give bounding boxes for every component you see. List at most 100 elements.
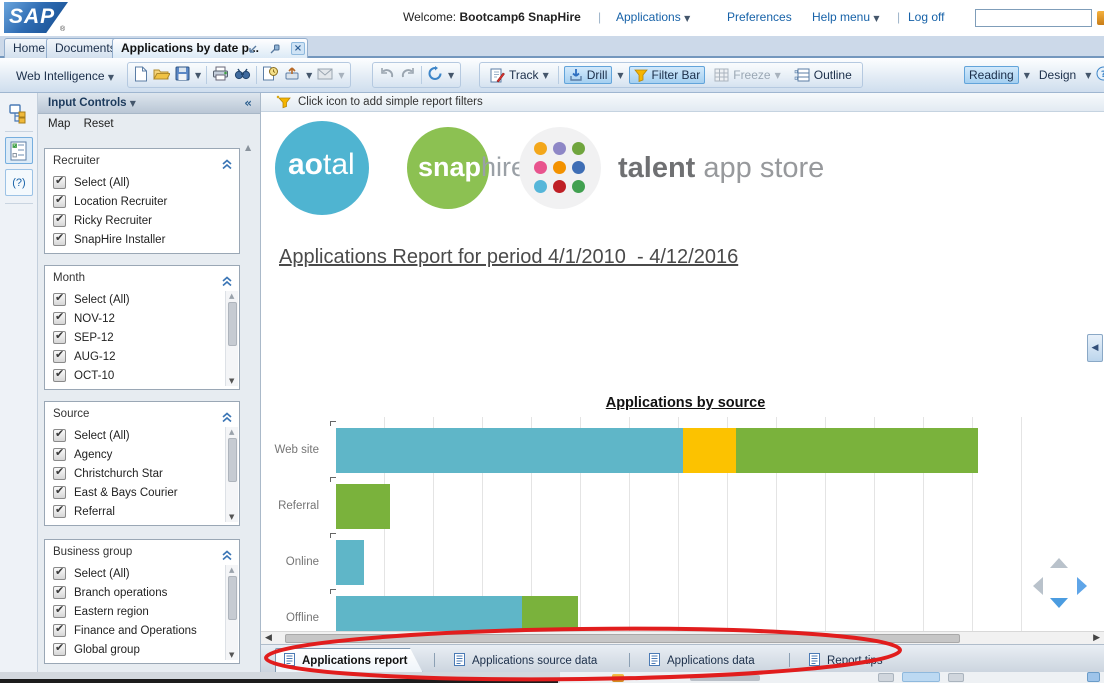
new-document-icon[interactable] [134,66,148,85]
log-off-button[interactable]: Log off [908,10,944,24]
scroll-up-icon[interactable]: ▲ [229,292,234,300]
scroll-up-icon[interactable]: ▲ [229,566,234,574]
reading-dropdown[interactable]: ▼ [1024,71,1030,80]
filter-icon[interactable] [276,95,291,109]
bar-segment-green-segment[interactable] [522,596,578,631]
track-button[interactable]: Track ▼ [486,67,553,84]
scrollbar-thumb[interactable] [285,634,960,643]
scroll-down-icon[interactable]: ▼ [229,377,234,385]
checkbox-item[interactable]: Ricky Recruiter [45,211,239,230]
drill-dropdown[interactable]: ▼ [617,71,623,80]
report-tab-report-tips[interactable]: Report tips [801,648,909,673]
design-dropdown[interactable]: ▼ [1085,71,1091,80]
pin-icon[interactable] [269,42,283,55]
bar-segment-yellow-segment[interactable] [683,428,736,473]
checkbox-checked[interactable] [53,584,66,599]
scrollbar-thumb[interactable] [228,302,237,346]
bar-segment-teal-segment[interactable] [336,428,683,473]
bar-segment-teal-segment[interactable] [336,540,364,585]
help-menu[interactable]: Help menu ▼ [812,10,880,24]
checkbox-checked[interactable] [53,565,66,580]
group-scrollbar[interactable]: ▲ ▼ [225,427,238,522]
search-input[interactable] [975,9,1092,27]
checkbox-checked[interactable] [53,484,66,499]
panel-menu-dropdown[interactable]: ▼ [130,99,136,108]
scroll-down-icon[interactable]: ▼ [229,513,234,521]
nav-left-icon[interactable] [1033,577,1043,595]
checkbox-checked[interactable] [53,310,66,325]
scroll-up-icon[interactable]: ▲ [229,428,234,436]
scrollbar-thumb[interactable] [228,438,237,482]
export-dropdown[interactable]: ▼ [306,71,312,80]
nav-up-icon[interactable] [1050,558,1068,568]
panel-scrollbar[interactable]: ▲ ▼ [243,143,256,658]
scroll-left-icon[interactable]: ◀ [265,633,272,643]
outline-button[interactable]: Outline [790,67,856,83]
reset-button[interactable]: Reset [84,118,114,130]
document-structure-icon[interactable] [5,100,33,127]
checkbox-checked[interactable] [53,622,66,637]
scroll-right-icon[interactable]: ▶ [1093,633,1100,643]
checkbox-item[interactable]: Location Recruiter [45,192,239,211]
checkbox-item[interactable]: Agency [45,445,239,464]
export-icon[interactable] [284,66,301,84]
checkbox-item[interactable]: Eastern region [45,602,239,621]
checkbox-item[interactable]: NOV-12 [45,309,239,328]
refresh-dropdown[interactable]: ▼ [448,71,454,80]
checkbox-checked[interactable] [53,465,66,480]
checkbox-item[interactable]: Select (All) [45,564,239,583]
group-scrollbar[interactable]: ▲ ▼ [225,565,238,660]
input-controls-panel-icon[interactable] [5,137,33,164]
save-icon[interactable] [175,66,190,84]
checkbox-item[interactable]: Select (All) [45,290,239,309]
checkbox-checked[interactable] [53,641,66,656]
collapse-group-icon[interactable] [222,155,232,179]
nav-right-icon[interactable] [1077,577,1087,595]
bar-segment-teal-segment[interactable] [336,596,522,631]
checkbox-checked[interactable] [53,329,66,344]
history-icon[interactable] [262,66,279,85]
report-tab-applications-data[interactable]: Applications data [641,648,786,673]
help-panel-icon[interactable]: (?) [5,169,33,196]
checkbox-item[interactable]: Select (All) [45,426,239,445]
preferences-menu[interactable]: Preferences [727,10,792,24]
drill-button[interactable]: Drill [563,66,613,84]
checkbox-item[interactable]: Christchurch Star [45,464,239,483]
nav-down-icon[interactable] [1050,598,1068,608]
checkbox-checked[interactable] [53,193,66,208]
save-dropdown[interactable]: ▼ [195,71,201,80]
checkbox-item[interactable]: Select (All) [45,173,239,192]
checkbox-checked[interactable] [53,174,66,189]
checkbox-item[interactable]: SnapHire Installer [45,230,239,249]
checkbox-checked[interactable] [53,348,66,363]
checkbox-checked[interactable] [53,446,66,461]
checkbox-checked[interactable] [53,427,66,442]
reading-mode-button[interactable]: Reading [964,66,1019,84]
checkbox-checked[interactable] [53,291,66,306]
group-scrollbar[interactable]: ▲ ▼ [225,291,238,386]
close-icon[interactable]: × [291,42,305,55]
open-icon[interactable] [153,67,171,84]
bar-segment-green-segment[interactable] [736,428,978,473]
checkbox-checked[interactable] [53,503,66,518]
checkbox-checked[interactable] [53,212,66,227]
help-icon[interactable]: ? [1096,66,1104,84]
report-tab-applications-source-data[interactable]: Applications source data [446,648,621,673]
checkbox-checked[interactable] [53,231,66,246]
checkbox-checked[interactable] [53,367,66,382]
map-button[interactable]: Map [48,118,70,130]
collapse-right-panel-button[interactable]: ◀ [1087,334,1103,362]
checkbox-item[interactable]: OCT-10 [45,366,239,385]
scrollbar-thumb[interactable] [228,576,237,620]
checkbox-item[interactable]: Branch operations [45,583,239,602]
webintelligence-menu[interactable]: Web Intelligence ▼ [16,69,114,83]
filter-bar-button[interactable]: Filter Bar [628,66,706,84]
checkbox-item[interactable]: East & Bays Courier [45,483,239,502]
track-dropdown[interactable]: ▼ [543,71,549,80]
checkbox-item[interactable]: Referral [45,502,239,521]
popout-icon[interactable] [247,42,261,55]
applications-menu[interactable]: Applications ▼ [616,10,690,24]
find-icon[interactable] [234,67,251,84]
checkbox-item[interactable]: SEP-12 [45,328,239,347]
checkbox-item[interactable]: Global group [45,640,239,659]
